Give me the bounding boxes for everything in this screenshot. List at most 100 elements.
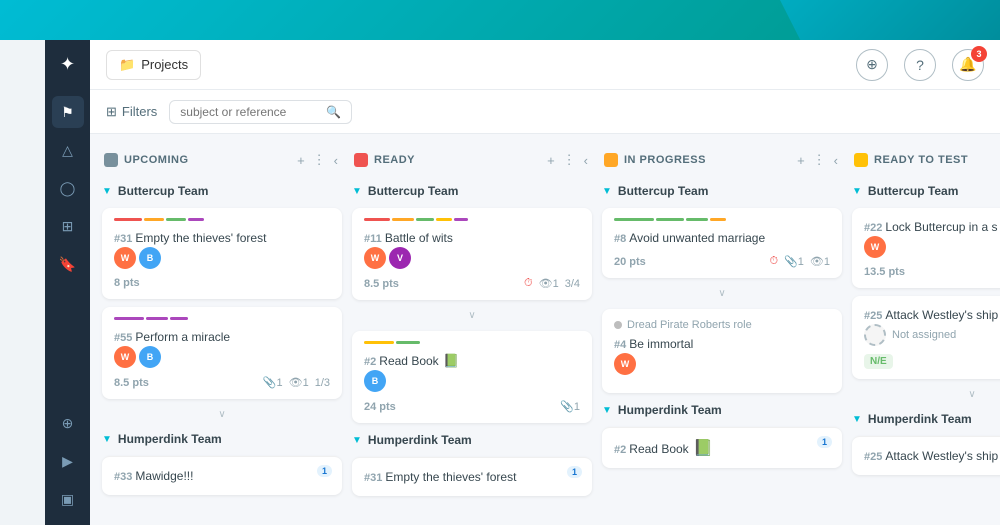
card-55-title: Perform a miracle [135, 330, 230, 344]
upcoming-add[interactable]: + [295, 151, 307, 170]
team-buttercup-upcoming[interactable]: ▼ Buttercup Team [102, 182, 342, 200]
filter-button[interactable]: ⊞ Filters [106, 104, 157, 120]
in-progress-collapse[interactable]: ‹ [832, 151, 840, 170]
team-humperdink-ready[interactable]: ▼ Humperdink Team [352, 431, 592, 449]
chevron-ip-icon: ▼ [602, 186, 612, 197]
card-4-role-line: Dread Pirate Roberts role [614, 319, 830, 331]
sidebar-item-search[interactable]: ⊕ [52, 407, 84, 439]
card-25-id: #25 [864, 310, 885, 322]
in-progress-add[interactable]: + [795, 151, 807, 170]
upcoming-collapse-btn[interactable]: ∨ [102, 407, 342, 422]
column-ready: READY + ⋮ ‹ ▼ Buttercup Team [352, 146, 592, 513]
team-humperdink-ip-label: Humperdink Team [618, 403, 722, 417]
upcoming-settings[interactable]: ⋮ [311, 150, 328, 170]
card-55-upcoming[interactable]: #55 Perform a miracle W B 8.5 pts 📎1 👁1 … [102, 307, 342, 399]
card-8-in-progress[interactable]: #8 Avoid unwanted marriage 20 pts ⏱ 📎1 👁… [602, 208, 842, 278]
column-header-in-progress: IN PROGRESS + ⋮ ‹ [602, 146, 842, 174]
team-humperdink-in-progress[interactable]: ▼ Humperdink Team [602, 401, 842, 419]
compass-button[interactable]: ⊕ [856, 49, 888, 81]
search-input[interactable] [180, 105, 320, 119]
color-bar-p2 [146, 317, 168, 320]
help-button[interactable]: ? [904, 49, 936, 81]
card-8-meta: ⏱ 📎1 👁1 [769, 255, 830, 268]
c11-yellow [436, 218, 452, 221]
card-31-color-bar [114, 218, 330, 221]
chevron-rtt-icon: ▼ [852, 186, 862, 197]
avatar-b: B [139, 346, 161, 368]
c8-g2 [656, 218, 684, 221]
mini-card-31-id: #31 [364, 472, 385, 484]
team-humperdink-ready-label: Humperdink Team [368, 433, 472, 447]
card-22-rtt[interactable]: #22 Lock Buttercup in a s W 13.5 pts [852, 208, 1000, 288]
mini-card-31-ready[interactable]: 1 #31 Empty the thieves' forest [352, 457, 592, 496]
card-22-footer: 13.5 pts [864, 266, 1000, 278]
in-progress-actions: + ⋮ ‹ [795, 150, 840, 170]
team-buttercup-rtt[interactable]: ▼ Buttercup Team [852, 182, 1000, 200]
color-bar-red [114, 218, 142, 221]
sidebar-item-video[interactable]: ▶ [52, 445, 84, 477]
upcoming-title: UPCOMING [124, 154, 289, 166]
c8-g1 [614, 218, 654, 221]
sidebar: ✦ ⚑ △ ◯ ⊞ 🔖 ⊕ ▶ ▣ [45, 40, 90, 525]
main-window: 📁 Projects ⊕ ? 🔔 3 ⊞ Filters 🔍 [45, 40, 1000, 525]
ready-settings[interactable]: ⋮ [561, 150, 578, 170]
in-progress-settings[interactable]: ⋮ [811, 150, 828, 170]
avatar-11-2: V [389, 247, 411, 269]
chevron-hump-icon: ▼ [102, 434, 112, 445]
mini-card-2-ip[interactable]: 1 #2 Read Book 📗 [602, 427, 842, 468]
upcoming-collapse[interactable]: ‹ [332, 151, 340, 170]
team-humperdink-upcoming[interactable]: ▼ Humperdink Team [102, 430, 342, 448]
mini-card-25-rtt[interactable]: #25 Attack Westley's ship [852, 436, 1000, 475]
card-22-id: #22 [864, 222, 885, 234]
card-31-upcoming[interactable]: #31 Empty the thieves' forest W B 8 pts [102, 208, 342, 299]
ready-collapse-btn[interactable]: ∨ [352, 308, 592, 323]
sidebar-item-list[interactable]: ▣ [52, 483, 84, 515]
c11-purple [454, 218, 468, 221]
team-buttercup-ip-label: Buttercup Team [618, 184, 708, 198]
card-2-meta: 📎1 [560, 400, 580, 413]
team-humperdink-rtt[interactable]: ▼ Humperdink Team [852, 410, 1000, 428]
sidebar-item-grid[interactable]: ⊞ [52, 210, 84, 242]
sidebar-item-triangle[interactable]: △ [52, 134, 84, 166]
card-11-avatars: W V [364, 247, 580, 269]
mini-card-33-count: 1 [317, 465, 332, 477]
color-bar-orange [144, 218, 164, 221]
avatar-22: W [864, 236, 886, 258]
card-11-ready[interactable]: #11 Battle of wits W V 8.5 pts ⏱ 👁1 3/4 [352, 208, 592, 300]
card-4-in-progress[interactable]: Dread Pirate Roberts role #4 Be immortal… [602, 309, 842, 393]
ready-collapse[interactable]: ‹ [582, 151, 590, 170]
sidebar-item-circle[interactable]: ◯ [52, 172, 84, 204]
clip-2: 📎1 [560, 400, 580, 413]
mini-card-33[interactable]: 1 #33 Mawidge!!! [102, 456, 342, 495]
filter-icon: ⊞ [106, 104, 117, 120]
in-progress-collapse-btn[interactable]: ∨ [602, 286, 842, 301]
card-55-meta: 📎1 👁1 1/3 [263, 376, 330, 389]
sidebar-item-bookmark[interactable]: 🔖 [52, 248, 84, 280]
chevron-ready-icon: ▼ [352, 186, 362, 197]
team-buttercup-in-progress[interactable]: ▼ Buttercup Team [602, 182, 842, 200]
card-8-footer: 20 pts ⏱ 📎1 👁1 [614, 255, 830, 268]
chevron-hump-ip: ▼ [602, 405, 612, 416]
timer-8: ⏱ [769, 255, 778, 268]
timer-icon: ⏱ [524, 277, 533, 290]
not-assigned-text: Not assigned [892, 329, 956, 341]
card-22-pts: 13.5 pts [864, 266, 905, 278]
eye-icon: 👁1 [289, 376, 309, 389]
team-buttercup-ready[interactable]: ▼ Buttercup Team [352, 182, 592, 200]
card-2-pts: 24 pts [364, 401, 396, 413]
mini-card-25-id: #25 [864, 451, 885, 463]
ready-add[interactable]: + [545, 151, 557, 170]
card-11-pts: 8.5 pts [364, 278, 399, 290]
ne-badge: N/E [864, 354, 893, 369]
projects-button[interactable]: 📁 Projects [106, 50, 201, 80]
notification-button[interactable]: 🔔 3 [952, 49, 984, 81]
sidebar-item-pirate[interactable]: ⚑ [52, 96, 84, 128]
eye-8: 👁1 [810, 255, 830, 268]
rtt-collapse-btn[interactable]: ∨ [852, 387, 1000, 402]
avatar-w: W [114, 346, 136, 368]
sidebar-logo: ✦ [52, 48, 84, 80]
card-11-footer: 8.5 pts ⏱ 👁1 3/4 [364, 277, 580, 290]
card-2-ready[interactable]: #2 Read Book 📗 B 24 pts 📎1 [352, 331, 592, 423]
upcoming-indicator [104, 153, 118, 167]
card-25-rtt[interactable]: #25 Attack Westley's ship Not assigned N… [852, 296, 1000, 379]
